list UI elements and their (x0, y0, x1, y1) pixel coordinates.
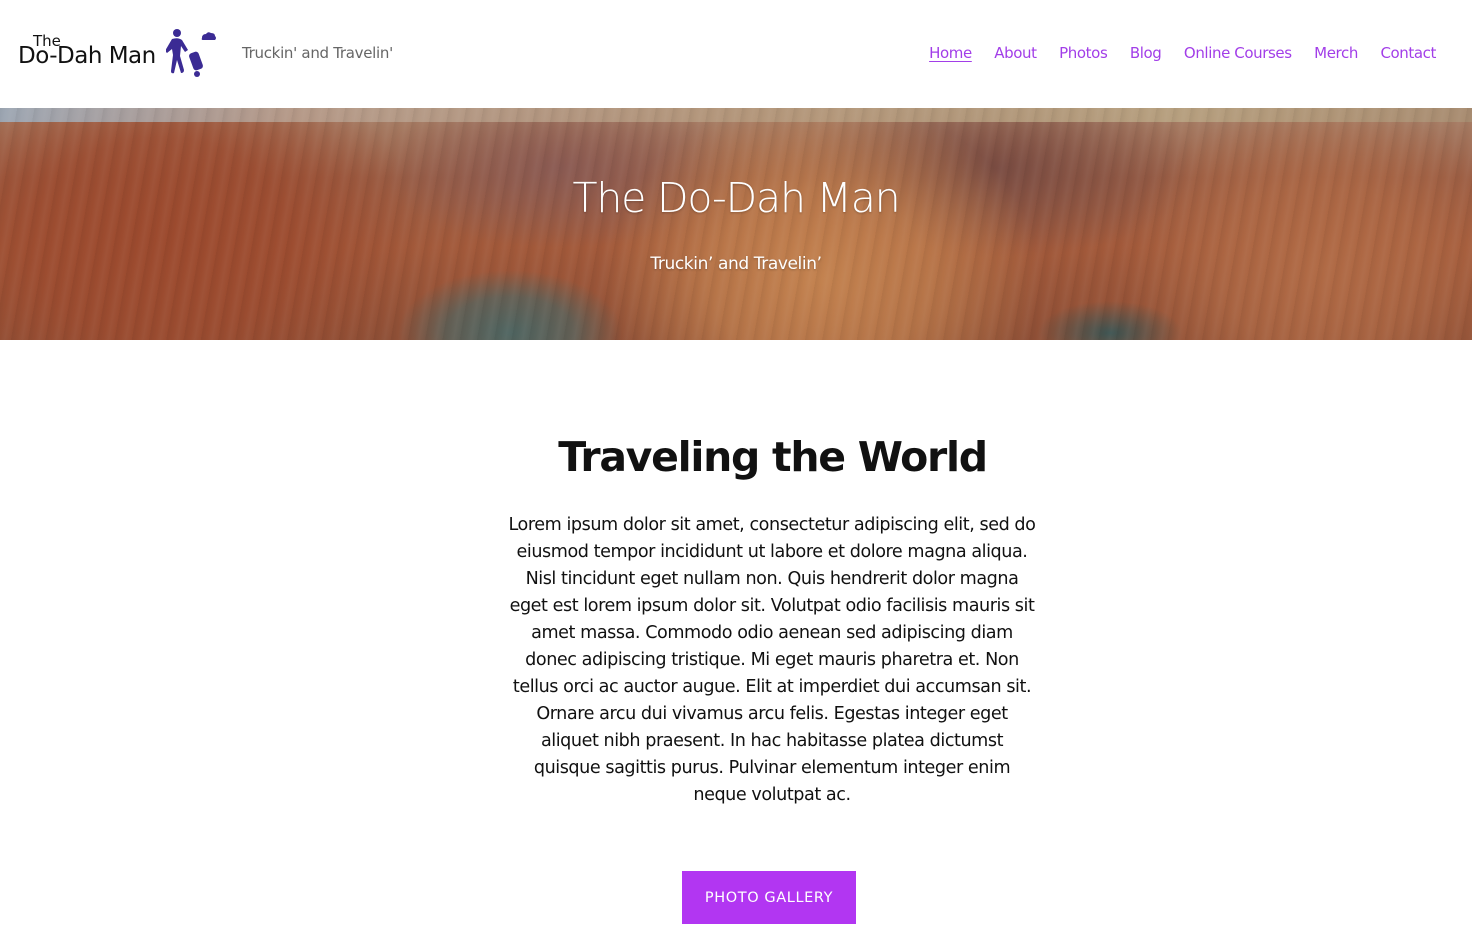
hero-banner: The Do-Dah Man Truckin’ and Travelin’ (0, 108, 1472, 340)
section-body-text: Lorem ipsum dolor sit amet, consectetur … (508, 515, 1036, 805)
nav-photos[interactable]: Photos (1059, 44, 1108, 62)
main-nav: Home About Photos Blog Online Courses Me… (907, 44, 1436, 62)
site-tagline: Truckin' and Travelin' (242, 44, 393, 62)
nav-merch[interactable]: Merch (1314, 44, 1358, 62)
hero-subtitle: Truckin’ and Travelin’ (650, 254, 822, 274)
hero-title: The Do-Dah Man (572, 174, 901, 222)
nav-about[interactable]: About (994, 44, 1037, 62)
traveler-with-suitcase-icon (166, 29, 216, 77)
nav-home[interactable]: Home (929, 44, 972, 62)
nav-contact[interactable]: Contact (1380, 44, 1436, 62)
logo-main-text: Do-Dah Man (18, 43, 156, 69)
nav-blog[interactable]: Blog (1130, 44, 1162, 62)
nav-online-courses[interactable]: Online Courses (1184, 44, 1292, 62)
section-heading: Traveling the World (0, 433, 1472, 481)
photo-gallery-button[interactable]: PHOTO GALLERY (682, 871, 856, 924)
section-heading-text: Traveling the World (558, 433, 988, 481)
site-header: The Do-Dah Man Truckin' and Travelin' Ho… (0, 0, 1472, 108)
site-logo[interactable]: The Do-Dah Man (18, 28, 218, 80)
